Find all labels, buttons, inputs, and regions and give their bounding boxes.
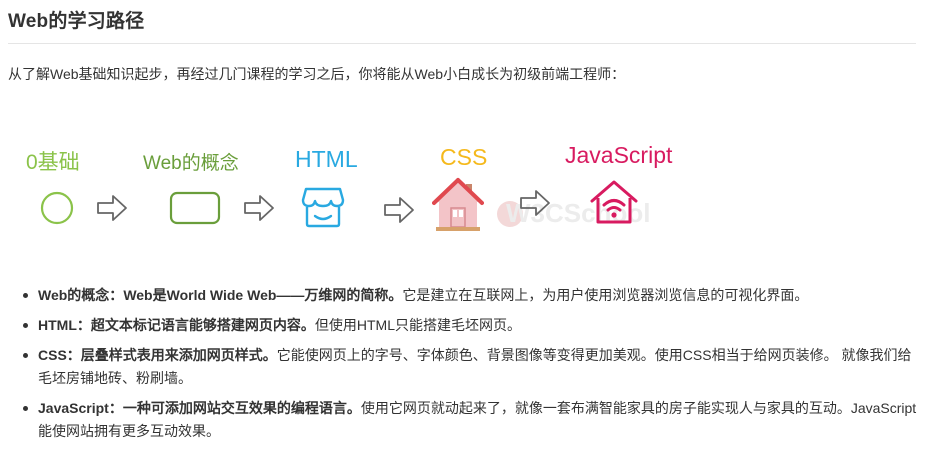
item-term: HTML： (38, 317, 91, 333)
storefront-icon (301, 187, 345, 228)
item-definition: 层叠样式表用来添加网页样式。 (80, 347, 277, 363)
step-label-basics: 0基础 (26, 151, 80, 174)
page-title: Web的学习路径 (8, 11, 145, 32)
circle-icon (40, 191, 74, 225)
title-divider (8, 43, 916, 44)
step-label-html: HTML (295, 146, 358, 172)
right-arrow-icon (520, 190, 550, 216)
list-item: HTML：超文本标记语言能够搭建网页内容。但使用HTML只能搭建毛坯网页。 (20, 314, 920, 337)
list-item: JavaScript：一种可添加网站交互效果的编程语言。使用它网页就动起来了，就… (20, 397, 920, 443)
item-description: 它是建立在互联网上，为用户使用浏览器浏览信息的可视化界面。 (402, 287, 809, 303)
smart-home-wifi-icon (590, 180, 638, 224)
rounded-rect-icon (169, 191, 221, 225)
intro-text: 从了解Web基础知识起步，再经过几门课程的学习之后，你将能从Web小白成长为初级… (8, 66, 626, 82)
house-icon (432, 178, 484, 231)
item-term: JavaScript： (38, 400, 123, 416)
item-term: CSS： (38, 347, 81, 363)
right-arrow-icon (97, 195, 127, 221)
right-arrow-icon (244, 195, 274, 221)
list-item: CSS：层叠样式表用来添加网页样式。它能使网页上的字号、字体颜色、背景图像等变得… (20, 344, 920, 390)
learning-path-diagram: 0基础 Web的概念 HTML CSS JavaScript W3CSchool (0, 130, 939, 240)
item-definition: 超文本标记语言能够搭建网页内容。 (90, 317, 315, 333)
concept-list: Web的概念：Web是World Wide Web——万维网的简称。它是建立在互… (20, 284, 920, 450)
step-label-css: CSS (440, 144, 488, 170)
item-definition: 一种可添加网站交互效果的编程语言。 (122, 400, 361, 416)
item-definition: Web是World Wide Web——万维网的简称。 (123, 287, 403, 303)
item-term: Web的概念： (38, 287, 124, 303)
item-description: 但使用HTML只能搭建毛坯网页。 (314, 317, 522, 333)
right-arrow-icon (384, 197, 414, 223)
step-label-javascript: JavaScript (565, 142, 673, 168)
step-label-web-concept: Web的概念 (143, 153, 239, 174)
list-item: Web的概念：Web是World Wide Web——万维网的简称。它是建立在互… (20, 284, 920, 307)
